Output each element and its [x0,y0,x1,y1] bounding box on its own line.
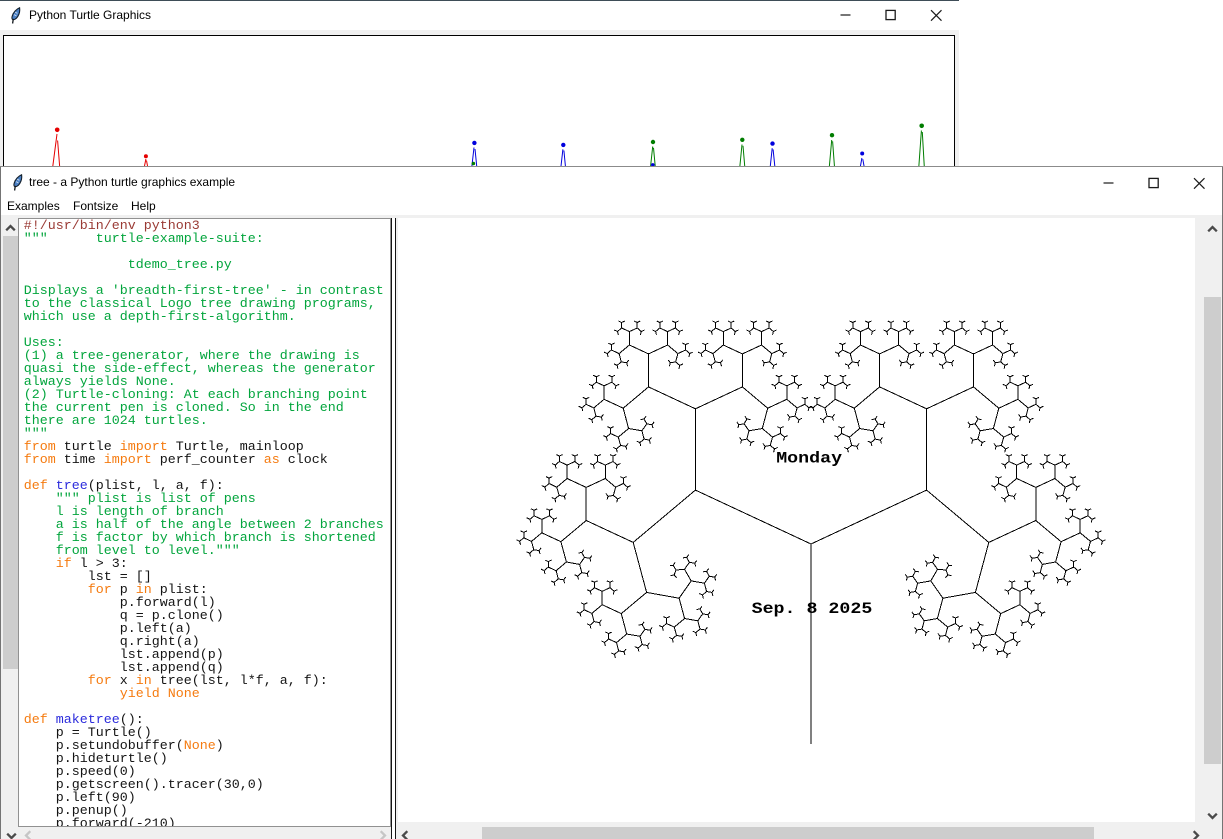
svg-text:Monday: Monday [776,450,842,467]
svg-text:Sep. 8 2025: Sep. 8 2025 [752,601,873,618]
